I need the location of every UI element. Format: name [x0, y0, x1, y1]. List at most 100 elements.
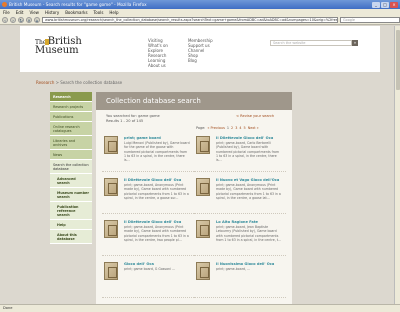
sidebar: Research Research projects Publications …: [50, 92, 92, 244]
result-title[interactable]: Il Dilettevole Gioco dell' Oca: [124, 178, 190, 182]
result-thumbnail[interactable]: [196, 220, 210, 238]
sidebar-item-research-projects[interactable]: Research projects: [50, 102, 92, 112]
nav-column-1: Visiting What's on Explore Research Lear…: [148, 38, 168, 68]
top-navigation: Visiting What's on Explore Research Lear…: [148, 38, 213, 68]
breadcrumb-current: Search the collection database: [60, 80, 123, 85]
result-item[interactable]: Il Dilettevole Gioco dell' Oca print; ga…: [194, 132, 286, 172]
sidebar-item-news[interactable]: News: [50, 150, 92, 160]
result-description: print; game-board, Anonymous (Print made…: [124, 183, 189, 200]
result-title[interactable]: Gioco dell' Oca: [124, 262, 190, 266]
result-thumbnail[interactable]: [104, 136, 118, 154]
result-description: print; game-board, ...: [216, 267, 251, 271]
breadcrumb-research[interactable]: Research: [36, 80, 54, 85]
result-title[interactable]: Il Dilettevole Gioco dell' Oca: [216, 136, 282, 140]
site-search-button[interactable]: »: [352, 40, 358, 46]
site-search-input[interactable]: Search the website: [270, 40, 352, 46]
result-title[interactable]: Il Nuovo et Vago Gioco dell'Oca: [216, 178, 282, 182]
back-icon[interactable]: ‹: [2, 17, 8, 23]
page-title: Collection database search: [96, 92, 292, 110]
british-museum-logo[interactable]: The British Museum: [35, 37, 82, 56]
browser-search-input[interactable]: Google: [340, 17, 400, 23]
nav-about-us[interactable]: About us: [148, 63, 168, 68]
sidebar-item-publication-search[interactable]: Publication reference search: [50, 202, 92, 220]
result-item[interactable]: Il Dilettevole Gioco dell' Oca print; ga…: [102, 174, 194, 214]
result-item[interactable]: Lo Alto Ragione Fate print; game-board, …: [194, 216, 286, 256]
vertical-scrollbar[interactable]: [394, 26, 400, 304]
result-thumbnail[interactable]: [104, 178, 118, 196]
pager-page-3[interactable]: 3: [235, 126, 237, 130]
result-description: print; game-board, Carlo Bertarelli (Pub…: [216, 141, 280, 163]
maximize-icon[interactable]: □: [381, 1, 389, 8]
home-icon[interactable]: ⌂: [34, 17, 40, 23]
menu-history[interactable]: History: [45, 9, 59, 16]
revise-search-link[interactable]: < Revise your search: [236, 114, 274, 118]
result-title[interactable]: Il Dilettevole Gioco dell' Oca: [124, 220, 190, 224]
result-thumbnail[interactable]: [196, 178, 210, 196]
menu-edit[interactable]: Edit: [16, 9, 24, 16]
window-titlebar: British Museum - Search results for "gam…: [0, 0, 400, 9]
window-controls: _ □ ×: [372, 1, 398, 8]
nav-column-2: Membership Support us Channel Shop Blog: [188, 38, 213, 68]
pager-page-5[interactable]: 5: [244, 126, 246, 130]
result-thumbnail[interactable]: [196, 136, 210, 154]
menu-help[interactable]: Help: [109, 9, 118, 16]
menu-view[interactable]: View: [29, 9, 39, 16]
menu-bookmarks[interactable]: Bookmarks: [65, 9, 87, 16]
sidebar-item-publications[interactable]: Publications: [50, 112, 92, 122]
result-description: print; game-board, Anonymous (Print made…: [124, 225, 189, 242]
logo-mark: [45, 39, 49, 45]
result-title[interactable]: Lo Alto Ragione Fate: [216, 220, 282, 224]
firefox-icon: [2, 2, 7, 7]
sidebar-item-advanced-search[interactable]: Advanced search: [50, 174, 92, 188]
status-bar: Done: [0, 304, 400, 312]
nav-blog[interactable]: Blog: [188, 58, 213, 63]
sidebar-item-search-collection[interactable]: Search the collection database: [50, 160, 92, 174]
menu-file[interactable]: File: [3, 9, 10, 16]
reload-icon[interactable]: ↻: [18, 17, 24, 23]
result-description: Luigi Menoni (Published by), Game board …: [124, 141, 190, 163]
result-title[interactable]: print; game board: [124, 136, 190, 140]
pager-page-1: 1: [226, 126, 230, 130]
sidebar-item-libraries[interactable]: Libraries and archives: [50, 136, 92, 150]
main-content: Collection database search You searched …: [96, 92, 292, 304]
result-item[interactable]: Il Nuovissimo Gioco dell' Oca print; gam…: [194, 258, 286, 298]
result-item[interactable]: Il Nuovo et Vago Gioco dell'Oca print; g…: [194, 174, 286, 214]
navigation-toolbar: ‹ › ↻ × ⌂ www.britishmuseum.org/research…: [0, 16, 400, 25]
sidebar-item-online-catalogues[interactable]: Online research catalogues: [50, 122, 92, 136]
result-description: print; game-board, Anonymous (Print made…: [216, 183, 281, 200]
breadcrumb: Research > Search the collection databas…: [36, 80, 122, 85]
result-thumbnail[interactable]: [196, 262, 210, 280]
address-bar[interactable]: www.britishmuseum.org/research/search_th…: [42, 17, 338, 23]
window-title: British Museum - Search results for "gam…: [9, 2, 147, 7]
result-item[interactable]: Il Dilettevole Gioco dell' Oca print; ga…: [102, 216, 194, 256]
results-count: Results 1 - 20 of 145: [106, 118, 144, 123]
sidebar-item-research[interactable]: Research: [50, 92, 92, 102]
result-title[interactable]: Il Nuovissimo Gioco dell' Oca: [216, 262, 282, 266]
query-text: You searched for: game gome: [106, 114, 160, 118]
query-summary: You searched for: game gome Results 1 - …: [106, 114, 160, 123]
result-thumbnail[interactable]: [104, 220, 118, 238]
pager-label: Page:: [196, 126, 206, 130]
close-icon[interactable]: ×: [390, 1, 398, 8]
pager-previous[interactable]: « Previous: [207, 126, 224, 130]
pager-page-4[interactable]: 4: [239, 126, 241, 130]
site-header: The British Museum Visiting What's on Ex…: [20, 26, 380, 72]
sidebar-item-help[interactable]: Help: [50, 220, 92, 230]
pager-next[interactable]: Next »: [248, 126, 259, 130]
stop-icon[interactable]: ×: [26, 17, 32, 23]
scrollbar-thumb[interactable]: [396, 30, 400, 90]
result-item[interactable]: Gioco dell' Oca print; game board, G Gos…: [102, 258, 194, 298]
minimize-icon[interactable]: _: [372, 1, 380, 8]
result-description: print; game board, G Gossoni ...: [124, 267, 175, 271]
sidebar-item-about-database[interactable]: About this database: [50, 230, 92, 244]
sidebar-item-museum-number-search[interactable]: Museum number search: [50, 188, 92, 202]
menu-tools[interactable]: Tools: [94, 9, 104, 16]
result-thumbnail[interactable]: [104, 262, 118, 280]
pagination: Page: « Previous 1 2 3 4 5 Next »: [196, 126, 259, 130]
web-page: The British Museum Visiting What's on Ex…: [0, 26, 400, 304]
forward-icon[interactable]: ›: [10, 17, 16, 23]
result-item[interactable]: print; game board Luigi Menoni (Publishe…: [102, 132, 194, 172]
menu-bar: File Edit View History Bookmarks Tools H…: [0, 9, 400, 16]
result-description: print; game-board, Jean Baptiste Letourm…: [216, 225, 282, 242]
pager-page-2[interactable]: 2: [231, 126, 233, 130]
